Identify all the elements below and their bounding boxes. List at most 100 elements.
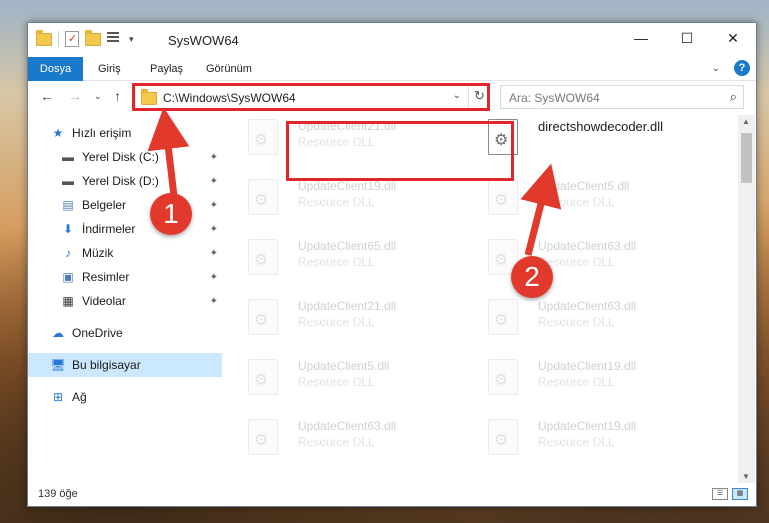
- file-name: UpdateClient19.dll: [298, 179, 397, 193]
- window-controls: — ☐ ✕: [618, 23, 756, 53]
- file-name: UpdateClient19.dll: [538, 359, 637, 373]
- sidebar-item-local-disk-d[interactable]: ▬ Yerel Disk (D:) ✦: [28, 169, 222, 193]
- customize-toolbar-icon[interactable]: ▾: [129, 34, 134, 45]
- scroll-up-icon[interactable]: ▲: [742, 117, 750, 126]
- dll-file-icon: [248, 119, 278, 155]
- sidebar-item-music[interactable]: ♪ Müzik ✦: [28, 241, 222, 265]
- file-name: directshowdecoder.dll: [538, 119, 664, 134]
- expand-ribbon-icon[interactable]: ⌄: [712, 63, 720, 74]
- dll-file-icon: [248, 299, 278, 335]
- file-name: UpdateClient5.dll: [298, 359, 390, 373]
- vertical-scrollbar[interactable]: ▲ ▼: [738, 115, 755, 483]
- pin-icon: ✦: [209, 199, 218, 211]
- back-arrow-icon[interactable]: ←: [40, 88, 54, 104]
- pin-icon: ✦: [209, 223, 218, 235]
- videos-icon: ▦: [62, 294, 74, 308]
- properties-icon[interactable]: [65, 31, 79, 47]
- sidebar-item-label: Resimler: [82, 270, 130, 284]
- sidebar-item-this-pc[interactable]: 🖥 Bu bilgisayar: [28, 353, 222, 377]
- help-icon[interactable]: ?: [734, 60, 750, 76]
- search-input[interactable]: Ara: SysWOW64 ⌕: [500, 85, 744, 109]
- sidebar-item-label: Yerel Disk (D:): [82, 174, 159, 188]
- sidebar-item-documents[interactable]: ▤ Belgeler ✦: [28, 193, 222, 217]
- sidebar-item-label: Videolar: [82, 294, 126, 308]
- dll-file-icon: [248, 239, 278, 275]
- title-bar: ▾ SysWOW64 — ☐ ✕: [28, 23, 756, 57]
- file-item[interactable]: UpdateClient63.dll Resource DLL: [468, 295, 698, 347]
- address-highlight-box: [132, 83, 490, 111]
- file-type: Resource DLL: [538, 375, 615, 389]
- ribbon-tabs: Dosya Giriş Paylaş Görünüm ⌄ ?: [28, 57, 756, 81]
- tab-share[interactable]: Paylaş: [150, 57, 183, 81]
- dll-file-icon: [248, 359, 278, 395]
- scroll-down-icon[interactable]: ▼: [742, 472, 750, 481]
- navigation-bar: ← → ⌄ ↑ C:\Windows\SysWOW64 ⌄ ↻ Ara: Sys…: [28, 81, 756, 113]
- documents-icon: ▤: [62, 198, 74, 212]
- file-item[interactable]: UpdateClient63.dll Resource DLL: [228, 415, 458, 467]
- file-type: Resource DLL: [298, 375, 375, 389]
- file-highlight-box: [286, 121, 514, 181]
- sidebar-item-label: İndirmeler: [82, 222, 136, 236]
- sidebar-item-quick-access[interactable]: ★ Hızlı erişim: [50, 121, 244, 145]
- scrollbar-thumb[interactable]: [741, 133, 752, 183]
- dll-file-icon: [488, 179, 518, 215]
- tab-file[interactable]: Dosya: [28, 57, 83, 81]
- file-name: UpdateClient65.dll: [298, 239, 397, 253]
- toolbar-divider: [58, 31, 59, 47]
- file-type: Resource DLL: [538, 435, 615, 449]
- search-icon[interactable]: ⌕: [730, 89, 737, 105]
- view-toggle: ☰ ▦: [712, 488, 748, 500]
- search-placeholder: Ara: SysWOW64: [509, 91, 600, 105]
- sidebar-item-pictures[interactable]: ▣ Resimler ✦: [28, 265, 222, 289]
- file-item[interactable]: UpdateClient5.dll Resource DLL: [228, 355, 458, 407]
- sidebar-item-videos[interactable]: ▦ Videolar ✦: [28, 289, 222, 313]
- file-item[interactable]: UpdateClient63.dll Resource DLL: [468, 235, 698, 287]
- dll-file-icon: [248, 179, 278, 215]
- sidebar-item-network[interactable]: ⊞ Ağ: [28, 385, 222, 409]
- file-type: Resource DLL: [298, 435, 375, 449]
- minimize-button[interactable]: —: [618, 23, 664, 53]
- recent-locations-icon[interactable]: ⌄: [94, 91, 102, 102]
- file-item[interactable]: UpdateClient19.dll Resource DLL: [228, 175, 458, 227]
- new-folder-icon[interactable]: [85, 29, 101, 46]
- file-item[interactable]: UpdateClient19.dll Resource DLL: [468, 355, 698, 407]
- pin-icon: ✦: [209, 247, 218, 259]
- file-explorer-window: ▾ SysWOW64 — ☐ ✕ Dosya Giriş Paylaş Görü…: [27, 22, 757, 507]
- file-item[interactable]: UpdateClient65.dll Resource DLL: [228, 235, 458, 287]
- tab-home[interactable]: Giriş: [98, 57, 121, 81]
- step-2-badge: 2: [511, 256, 553, 298]
- tiles-view-icon[interactable]: ▦: [732, 488, 748, 500]
- sidebar-item-onedrive[interactable]: ☁ OneDrive: [28, 321, 222, 345]
- file-type: Resource DLL: [298, 195, 375, 209]
- close-button[interactable]: ✕: [710, 23, 756, 53]
- file-type: Resource DLL: [538, 195, 615, 209]
- step-1-badge: 1: [150, 193, 192, 235]
- folder-icon: [36, 29, 52, 46]
- file-type: Resource DLL: [298, 315, 375, 329]
- file-name: UpdateClient5.dll: [538, 179, 630, 193]
- details-view-icon[interactable]: ☰: [712, 488, 728, 500]
- pictures-icon: ▣: [62, 270, 74, 284]
- sidebar-item-local-disk-c[interactable]: ▬ Yerel Disk (C:) ✦: [28, 145, 222, 169]
- pin-icon: ✦: [209, 271, 218, 283]
- tab-view[interactable]: Görünüm: [206, 57, 252, 81]
- sidebar-item-label: Ağ: [72, 390, 87, 404]
- window-title: SysWOW64: [168, 33, 239, 48]
- file-item[interactable]: UpdateClient5.dll Resource DLL: [468, 175, 698, 227]
- dll-file-icon: [248, 419, 278, 455]
- maximize-button[interactable]: ☐: [664, 23, 710, 53]
- pin-icon: ✦: [209, 175, 218, 187]
- forward-arrow-icon[interactable]: →: [68, 88, 82, 104]
- sidebar-item-label: Belgeler: [82, 198, 127, 212]
- dll-file-icon: [488, 359, 518, 395]
- music-icon: ♪: [65, 246, 71, 260]
- up-arrow-icon[interactable]: ↑: [114, 88, 121, 104]
- file-name: UpdateClient21.dll: [298, 299, 397, 313]
- file-item[interactable]: UpdateClient19.dll Resource DLL: [468, 415, 698, 467]
- dll-file-icon: [488, 419, 518, 455]
- file-name: UpdateClient19.dll: [538, 419, 637, 433]
- view-icon[interactable]: [107, 32, 123, 46]
- file-item[interactable]: UpdateClient21.dll Resource DLL: [228, 295, 458, 347]
- sidebar-item-label: Hızlı erişim: [72, 126, 132, 140]
- sidebar-item-downloads[interactable]: ⬇ İndirmeler ✦: [28, 217, 222, 241]
